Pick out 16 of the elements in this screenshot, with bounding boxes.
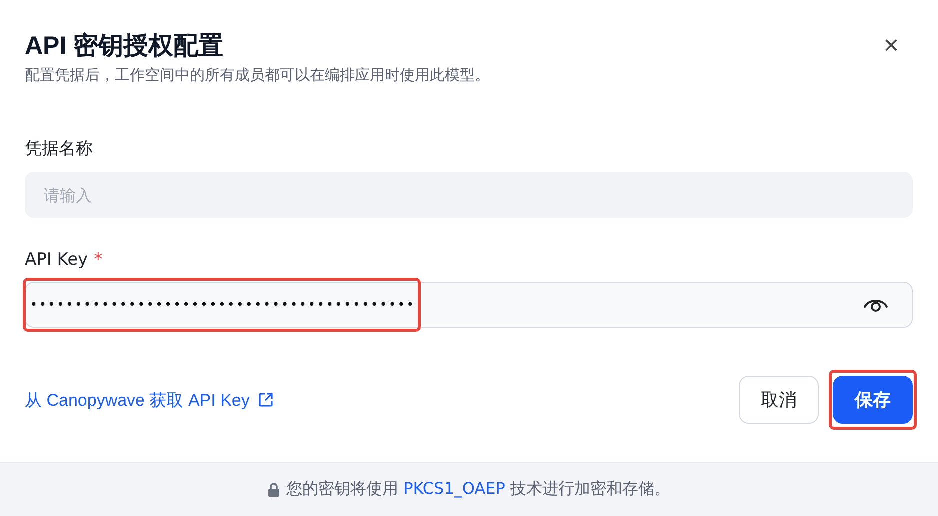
field-label: 凭据名称 [25,138,93,160]
footer-note: 您的密钥将使用 PKCS1_OAEP 技术进行加密和存储。 [286,479,670,500]
lock-icon [268,482,280,496]
canopywave-link[interactable]: 从 Canopywave 获取 API Key [25,388,250,412]
pkcs-link[interactable]: PKCS1_OAEP [404,479,506,498]
save-button[interactable]: 保存 [833,376,913,424]
eye-icon[interactable] [863,297,889,313]
field-label: API Key [25,250,88,270]
dialog-subtitle: 配置凭据后，工作空间中的所有成员都可以在编排应用时使用此模型。 [25,66,491,85]
input-field[interactable]: ••••••••••••••••••••••••••••••••••••••••••• [25,282,913,328]
dialog-title: API 密钥授权配置 [25,30,224,62]
close-button[interactable]: × [884,32,913,58]
cancel-button[interactable]: 取消 [739,376,819,424]
external-link-icon [258,392,274,408]
required-asterisk: * [94,250,103,270]
input-field[interactable]: 请输入 [25,172,913,218]
